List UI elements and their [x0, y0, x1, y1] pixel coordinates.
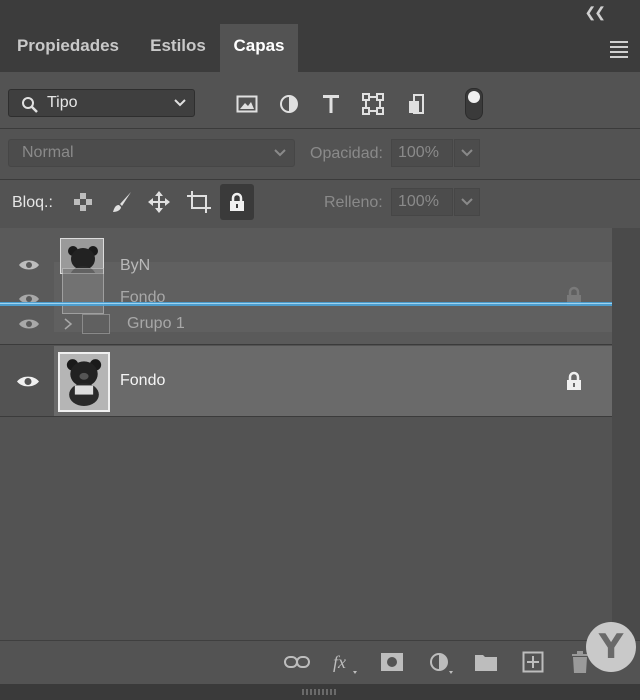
blend-mode-value: Normal: [22, 144, 74, 161]
opacity-dropdown-button[interactable]: [454, 139, 480, 167]
link-layers-icon[interactable]: [284, 655, 310, 669]
adjustment-layer-icon[interactable]: [428, 651, 456, 675]
blend-mode-select[interactable]: Normal: [8, 139, 295, 167]
fill-input[interactable]: 100%: [391, 188, 453, 216]
layers-bottom-toolbar: fx: [0, 640, 640, 685]
svg-text:fx: fx: [333, 652, 346, 672]
tab-capas[interactable]: Capas: [220, 24, 298, 72]
type-layer-filter-icon[interactable]: [321, 93, 341, 115]
divider: [0, 416, 612, 417]
eye-icon[interactable]: [16, 374, 40, 389]
add-mask-icon[interactable]: [380, 652, 404, 672]
eye-icon[interactable]: [18, 258, 40, 272]
chevron-down-icon: [174, 99, 186, 107]
layer-name[interactable]: ByN: [120, 257, 150, 275]
eye-icon[interactable]: [18, 317, 40, 331]
pixel-layer-filter-icon[interactable]: [236, 94, 258, 114]
lock-artboard-icon[interactable]: [186, 190, 212, 214]
panel-bottom-strip: [0, 684, 640, 700]
layer-kind-label: Tipo: [47, 94, 78, 111]
lock-row: Bloq.: Relleno: 100%: [0, 180, 640, 228]
chevron-down-icon: [461, 149, 473, 157]
opacity-label: Opacidad:: [310, 145, 383, 162]
lock-icon: [230, 192, 244, 211]
blend-row: Normal Opacidad: 100%: [0, 129, 640, 179]
new-layer-icon[interactable]: [522, 651, 544, 673]
layer-row-grupo-1[interactable]: Grupo 1: [0, 312, 612, 336]
panel-top-strip: ❮❮: [0, 0, 640, 24]
watermark-logo: Y: [586, 622, 636, 672]
lock-label: Bloq.:: [12, 194, 53, 211]
lock-icon: [567, 371, 581, 390]
layer-row-byn[interactable]: ByN: [0, 228, 612, 274]
layer-thumbnail[interactable]: [58, 352, 110, 412]
divider: [0, 344, 612, 345]
layers-scrollbar[interactable]: [612, 228, 640, 640]
chevron-right-icon[interactable]: [62, 318, 74, 330]
search-icon: [22, 97, 38, 113]
layer-thumbnail: [62, 268, 104, 314]
new-group-folder-icon[interactable]: [474, 652, 498, 672]
layer-row-fondo[interactable]: Fondo: [0, 346, 612, 416]
adjustment-layer-filter-icon[interactable]: [279, 94, 299, 114]
smart-object-filter-icon[interactable]: [406, 93, 428, 115]
folder-icon: [82, 314, 110, 334]
fill-label: Relleno:: [324, 194, 383, 211]
layer-name[interactable]: Fondo: [120, 372, 165, 390]
lock-transparent-pixels-icon[interactable]: [73, 192, 93, 212]
hamburger-menu-icon[interactable]: [610, 41, 628, 61]
layer-style-fx-icon[interactable]: fx: [332, 651, 360, 675]
tab-estilos[interactable]: Estilos: [136, 24, 220, 72]
opacity-input[interactable]: 100%: [391, 139, 453, 167]
shape-layer-filter-icon[interactable]: [362, 93, 384, 115]
panel-tabs: Propiedades Estilos Capas: [0, 24, 640, 72]
layers-list: ByN Fondo Grupo 1 Fondo: [0, 228, 640, 640]
resize-grip[interactable]: [302, 689, 336, 695]
lock-all-button[interactable]: [220, 184, 254, 220]
tab-propiedades[interactable]: Propiedades: [0, 24, 136, 72]
chevron-down-icon: [461, 198, 473, 206]
filter-toggle-switch[interactable]: [465, 88, 483, 120]
drop-indicator-highlight: [0, 303, 612, 304]
double-chevron-left-icon[interactable]: ❮❮: [585, 4, 607, 21]
chevron-down-icon: [274, 149, 286, 157]
filter-row: Tipo: [0, 72, 640, 128]
layer-kind-filter[interactable]: Tipo: [8, 89, 195, 117]
bear-image: [66, 359, 102, 406]
lock-position-icon[interactable]: [147, 190, 171, 214]
lock-image-pixels-icon[interactable]: [110, 190, 134, 214]
fill-dropdown-button[interactable]: [454, 188, 480, 216]
layer-row-fondo-ghost[interactable]: Fondo: [0, 268, 612, 314]
layer-name[interactable]: Grupo 1: [127, 315, 185, 333]
